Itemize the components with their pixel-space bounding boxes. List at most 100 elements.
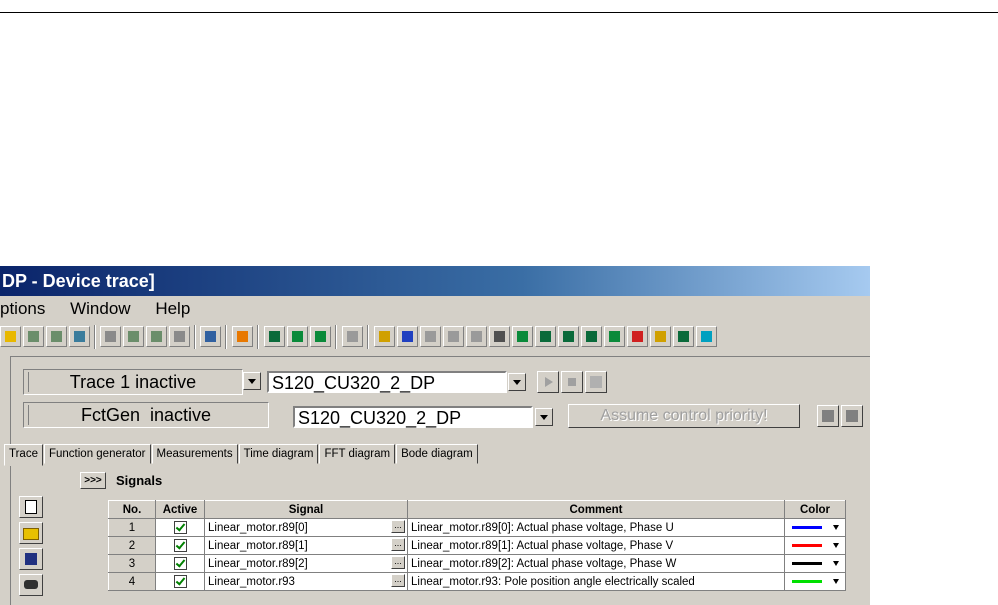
- toolbar-chart-n-icon[interactable]: [535, 326, 556, 347]
- color-dropdown-icon[interactable]: [833, 561, 839, 566]
- toolbar-list-icon[interactable]: [374, 326, 395, 347]
- toolbar-percent-icon[interactable]: [69, 326, 90, 347]
- toolbar-measure-icon[interactable]: [310, 326, 331, 347]
- signal-browse-button[interactable]: ...: [391, 520, 405, 533]
- signal-browse-button[interactable]: ...: [391, 556, 405, 569]
- active-checkbox[interactable]: [173, 557, 187, 570]
- trace-stop-button[interactable]: [561, 371, 583, 393]
- color-cell[interactable]: [784, 518, 846, 537]
- color-dropdown-icon[interactable]: [833, 579, 839, 584]
- tab-bode-diagram[interactable]: Bode diagram: [396, 444, 478, 464]
- signal-cell[interactable]: Linear_motor.r89[2]...: [204, 554, 408, 573]
- color-dropdown-icon[interactable]: [833, 525, 839, 530]
- toolbar-accessible-nodes-icon[interactable]: [232, 326, 253, 347]
- table-row: 2 Linear_motor.r89[1]... Linear_motor.r8…: [108, 536, 846, 555]
- trace-status-dropdown[interactable]: [243, 372, 261, 390]
- menu-window[interactable]: Window: [70, 296, 130, 321]
- comment-cell[interactable]: Linear_motor.r89[1]: Actual phase voltag…: [407, 536, 785, 555]
- toolbar-load-icon[interactable]: [23, 326, 44, 347]
- tab-trace[interactable]: Trace: [4, 444, 43, 466]
- fctgen-control-button-2[interactable]: [841, 405, 863, 427]
- fctgen-device-value: S120_CU320_2_DP: [298, 408, 462, 428]
- toolbar-ramp-icon[interactable]: [466, 326, 487, 347]
- color-cell[interactable]: [784, 572, 846, 591]
- toolbar-upload-icon[interactable]: [46, 326, 67, 347]
- signal-browse-button[interactable]: ...: [391, 538, 405, 551]
- toolbar-separator: [335, 325, 337, 349]
- toolbar-function-icon[interactable]: [489, 326, 510, 347]
- binoculars-icon[interactable]: [19, 574, 43, 596]
- toolbar-chart-v-icon[interactable]: [558, 326, 579, 347]
- toolbar-chart-z-icon[interactable]: [581, 326, 602, 347]
- toolbar-bars-icon[interactable]: [604, 326, 625, 347]
- tab-fft-diagram[interactable]: FFT diagram: [319, 444, 396, 464]
- square-icon: [846, 410, 858, 422]
- color-dropdown-icon[interactable]: [833, 543, 839, 548]
- toolbar-diagnostics-icon[interactable]: [287, 326, 308, 347]
- toolbar-copy-ram-icon[interactable]: [169, 326, 190, 347]
- square-icon: [822, 410, 834, 422]
- active-checkbox[interactable]: [173, 539, 187, 552]
- tab-time-diagram[interactable]: Time diagram: [238, 444, 319, 464]
- trace-device-dropdown[interactable]: [508, 373, 526, 391]
- signal-name: Linear_motor.r93: [208, 575, 295, 588]
- menu-options[interactable]: ptions: [0, 296, 45, 321]
- toolbar-connect-icon[interactable]: [100, 326, 121, 347]
- signal-browse-button[interactable]: ...: [391, 574, 405, 587]
- toolbar-alarm-icon[interactable]: [627, 326, 648, 347]
- color-swatch: [792, 544, 822, 547]
- toolbar-block-icon[interactable]: [696, 326, 717, 347]
- save-disk-icon[interactable]: [19, 548, 43, 570]
- table-header-row: No. Active Signal Comment Color: [108, 500, 846, 519]
- toolbar-trace-icon[interactable]: [264, 326, 285, 347]
- trace-status-text: Trace 1 inactive: [69, 372, 197, 392]
- menu-help[interactable]: Help: [155, 296, 190, 321]
- signal-cell[interactable]: Linear_motor.r93...: [204, 572, 408, 591]
- toolbar-gear-icon[interactable]: [397, 326, 418, 347]
- trace-delete-button[interactable]: [585, 371, 607, 393]
- toolbar-curve-icon[interactable]: [512, 326, 533, 347]
- trace-device-value: S120_CU320_2_DP: [272, 373, 436, 393]
- fctgen-status-text: FctGen inactive: [80, 405, 212, 425]
- page-top-rule: [0, 12, 998, 13]
- signal-cell[interactable]: Linear_motor.r89[1]...: [204, 536, 408, 555]
- active-checkbox[interactable]: [173, 575, 187, 588]
- toolbar-config-icon[interactable]: [342, 326, 363, 347]
- color-cell[interactable]: [784, 536, 846, 555]
- comment-cell[interactable]: Linear_motor.r89[2]: Actual phase voltag…: [407, 554, 785, 573]
- new-file-icon[interactable]: [19, 496, 43, 518]
- active-checkbox[interactable]: [173, 521, 187, 534]
- trace-start-button[interactable]: [537, 371, 559, 393]
- tab-measurements[interactable]: Measurements: [151, 444, 238, 464]
- trace-device-select[interactable]: S120_CU320_2_DP: [267, 371, 507, 393]
- comment-cell[interactable]: Linear_motor.r93: Pole position angle el…: [407, 572, 785, 591]
- tab-function-generator[interactable]: Function generator: [43, 444, 151, 464]
- signal-cell[interactable]: Linear_motor.r89[0]...: [204, 518, 408, 537]
- open-folder-icon[interactable]: [19, 522, 43, 544]
- toolbar: [0, 323, 870, 353]
- row-number: 3: [108, 554, 156, 573]
- fctgen-device-select[interactable]: S120_CU320_2_DP: [293, 406, 533, 428]
- toolbar-limit-icon[interactable]: [650, 326, 671, 347]
- delete-icon: [590, 376, 602, 388]
- toolbar-filter-icon[interactable]: [443, 326, 464, 347]
- comment-cell[interactable]: Linear_motor.r89[0]: Actual phase voltag…: [407, 518, 785, 537]
- toolbar-network-icon[interactable]: [0, 326, 21, 347]
- fctgen-control-button-1[interactable]: [817, 405, 839, 427]
- color-cell[interactable]: [784, 554, 846, 573]
- toolbar-info-icon[interactable]: [200, 326, 221, 347]
- toolbar-separator: [94, 325, 96, 349]
- column-header-signal: Signal: [204, 500, 408, 519]
- signals-expand-button[interactable]: >>>: [80, 472, 106, 489]
- table-row: 3 Linear_motor.r89[2]... Linear_motor.r8…: [108, 554, 846, 573]
- trace-status-box: Trace 1 inactive: [23, 369, 243, 395]
- toolbar-integrator-icon[interactable]: [673, 326, 694, 347]
- assume-control-priority-button[interactable]: Assume control priority!: [568, 404, 800, 428]
- toolbar-step-icon[interactable]: [420, 326, 441, 347]
- fctgen-device-dropdown[interactable]: [535, 408, 553, 426]
- toolbar-download-icon[interactable]: [123, 326, 144, 347]
- signal-name: Linear_motor.r89[1]: [208, 539, 308, 552]
- active-cell: [155, 536, 205, 555]
- menu-bar: ptions Window Help: [0, 296, 870, 321]
- toolbar-upload-pg-icon[interactable]: [146, 326, 167, 347]
